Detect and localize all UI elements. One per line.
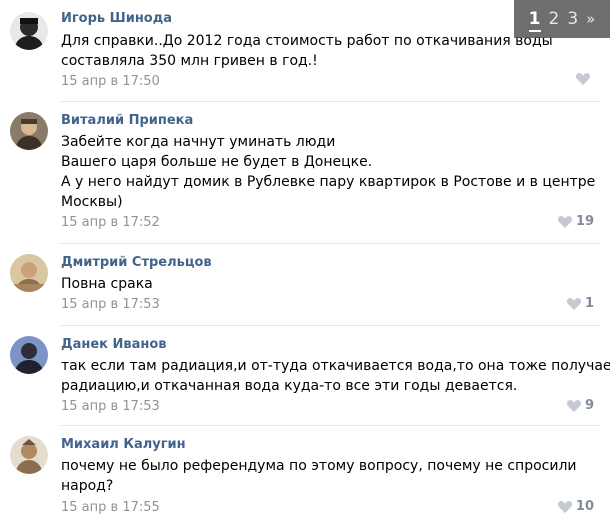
like-button[interactable]: 19 [557, 214, 594, 229]
comment-date[interactable]: 15 апр в 17:53 [61, 297, 160, 312]
comment-text-line: народ? [61, 478, 114, 494]
avatar[interactable] [10, 12, 48, 50]
avatar-image [10, 12, 48, 50]
page-link-3[interactable]: 3 [567, 9, 578, 29]
comment: Данек Иванов так если там радиация,и от-… [0, 326, 610, 426]
like-button[interactable]: 1 [566, 296, 594, 311]
heart-icon [576, 73, 590, 85]
avatar[interactable] [10, 336, 48, 374]
comment-text: Забейте когда начнут уминать люди Вашего… [61, 132, 596, 212]
comment-date[interactable]: 15 апр в 17:52 [61, 215, 160, 230]
comment-text-line: Забейте когда начнут уминать люди [61, 134, 336, 150]
pagination: 1 2 3 » [514, 0, 610, 38]
comment-author[interactable]: Данек Иванов [61, 337, 167, 352]
comment-author[interactable]: Виталий Припека [61, 113, 193, 128]
page-current[interactable]: 1 [528, 9, 541, 32]
heart-icon [557, 215, 572, 228]
comment-date[interactable]: 15 апр в 17:50 [61, 74, 160, 89]
comment-date[interactable]: 15 апр в 17:53 [61, 399, 160, 414]
avatar-image [10, 112, 48, 150]
comment-text: почему не было референдума по этому вопр… [61, 456, 581, 496]
like-button[interactable]: 10 [557, 499, 594, 514]
heart-icon [566, 399, 581, 412]
avatar-image [10, 436, 48, 474]
like-button[interactable]: 9 [566, 398, 594, 413]
comment-date[interactable]: 15 апр в 17:55 [61, 500, 160, 515]
comment-text-line: Москвы) [61, 194, 123, 210]
like-count: 1 [584, 296, 594, 311]
comment-text: так если там радиация,и от-туда откачива… [61, 356, 610, 396]
avatar[interactable] [10, 254, 48, 292]
comment-text-line: радиацию,и откачанная вода куда-то все э… [61, 378, 518, 394]
heart-icon [557, 500, 572, 513]
comment-text: Повна срака [61, 274, 581, 294]
comment-text-line: А у него найдут домик в Рублевке пару кв… [61, 174, 596, 190]
comment-text-line: составляла 350 млн гривен в год.! [61, 53, 318, 69]
heart-icon [566, 297, 581, 310]
avatar-image [10, 336, 48, 374]
comment-text: Для справки..До 2012 года стоимость рабо… [61, 31, 581, 71]
comment-author[interactable]: Дмитрий Стрельцов [61, 255, 212, 270]
avatar[interactable] [10, 436, 48, 474]
comment-text-line: почему не было референдума по этому вопр… [61, 458, 577, 474]
page-next-button[interactable]: » [586, 10, 595, 28]
avatar-image [10, 254, 48, 292]
comment-text-line: Для справки..До 2012 года стоимость рабо… [61, 33, 553, 49]
comment: Дмитрий Стрельцов Повна срака 15 апр в 1… [0, 244, 610, 326]
comment: Михаил Калугин почему не было референдум… [0, 426, 610, 529]
page-link-2[interactable]: 2 [549, 9, 560, 29]
comment-author[interactable]: Михаил Калугин [61, 437, 186, 452]
comment-text-line: Повна срака [61, 276, 153, 292]
avatar[interactable] [10, 112, 48, 150]
like-count: 10 [575, 499, 594, 514]
comment: Виталий Припека Забейте когда начнут уми… [0, 102, 610, 244]
comment-author[interactable]: Игорь Шинода [61, 11, 172, 26]
like-button[interactable] [576, 73, 594, 85]
like-count: 9 [584, 398, 594, 413]
like-count: 19 [575, 214, 594, 229]
comment-text-line: так если там радиация,и от-туда откачива… [61, 358, 610, 374]
comment-text-line: Вашего царя больше не будет в Донецке. [61, 154, 373, 170]
